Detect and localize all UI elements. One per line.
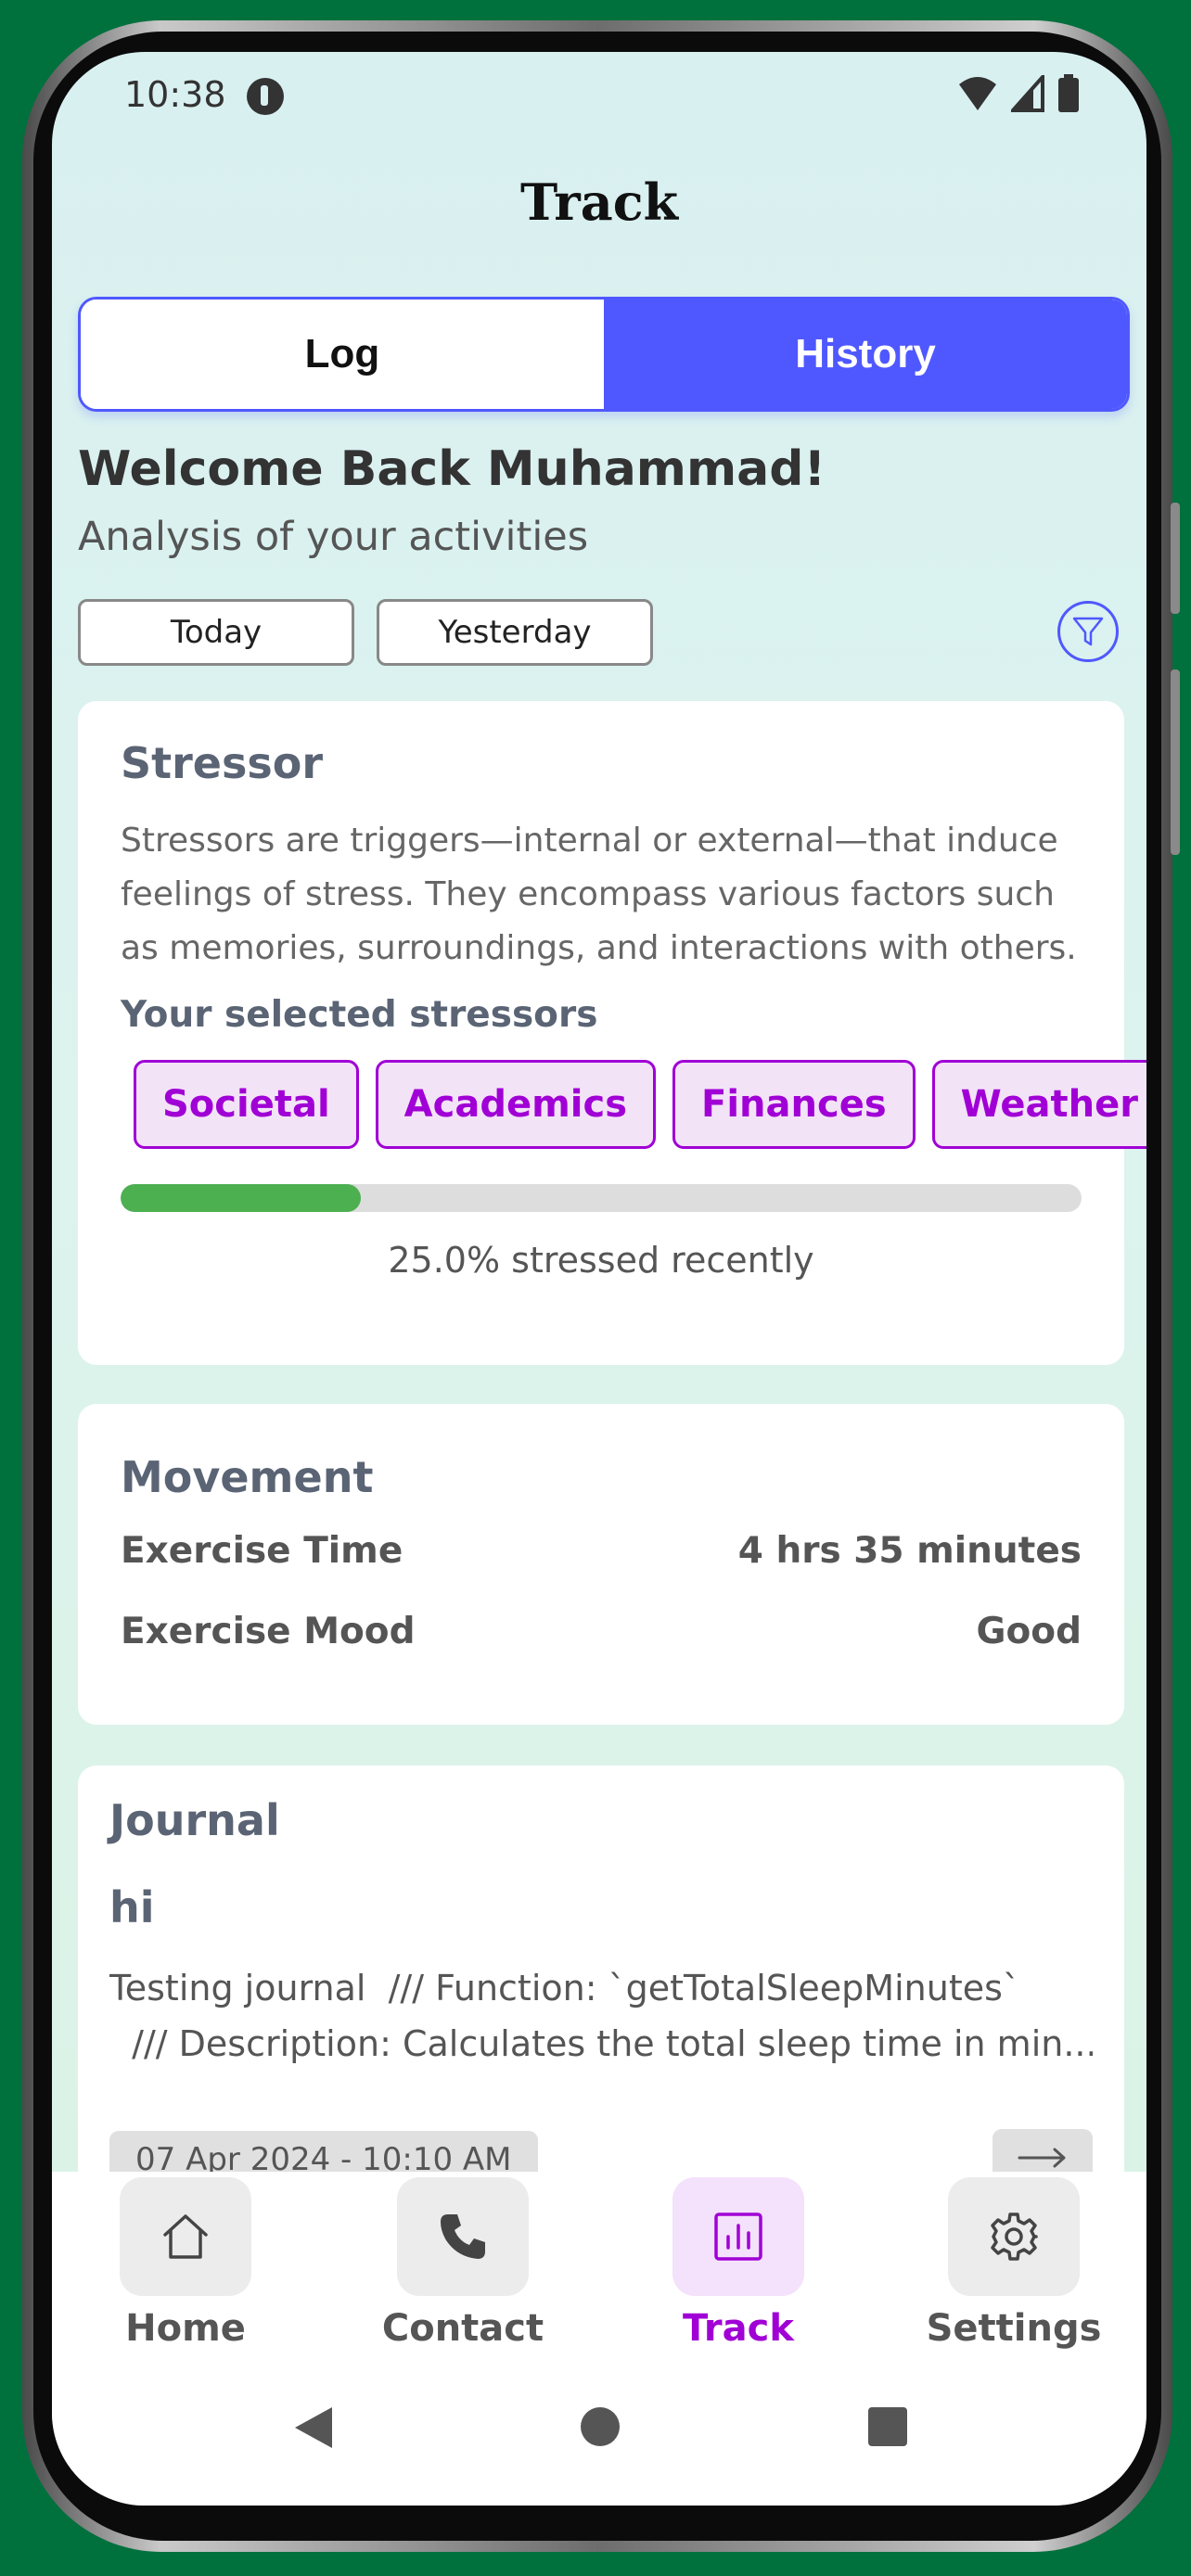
gear-icon	[991, 2213, 1038, 2261]
stressor-card: Stressor Stressors are triggers—internal…	[78, 701, 1146, 1365]
exercise-mood-row: Exercise Mood Good	[121, 1611, 1082, 1652]
nav-settings-icon-wrap	[948, 2177, 1080, 2296]
exercise-time-label: Exercise Time	[121, 1530, 403, 1572]
stressor-chip-weather[interactable]: Weather	[931, 1060, 1146, 1149]
app-notification-icon	[247, 78, 284, 115]
status-time: 10:38	[124, 74, 226, 115]
status-icons	[957, 74, 1080, 113]
status-bar: 10:38	[52, 52, 1146, 145]
volume-button	[1171, 503, 1180, 614]
exercise-time-row: Exercise Time 4 hrs 35 minutes	[121, 1530, 1082, 1572]
home-icon	[163, 2214, 208, 2259]
stress-progress-fill	[121, 1184, 361, 1212]
movement-card: Movement Exercise Time 4 hrs 35 minutes …	[78, 1404, 1124, 1725]
wifi-icon	[959, 77, 996, 110]
tab-history[interactable]: History	[604, 300, 1127, 409]
filter-button[interactable]	[1057, 601, 1119, 662]
power-button	[1171, 670, 1180, 855]
tab-log[interactable]: Log	[81, 300, 604, 409]
chart-icon	[714, 2213, 762, 2261]
filter-icon	[1072, 617, 1104, 646]
yesterday-button[interactable]: Yesterday	[377, 599, 653, 666]
exercise-mood-label: Exercise Mood	[121, 1611, 416, 1652]
nav-home[interactable]: Home	[83, 2177, 288, 2350]
stressor-chip-academics[interactable]: Academics	[375, 1060, 657, 1149]
battery-icon	[1058, 74, 1079, 112]
page-title: Track	[520, 172, 678, 232]
nav-contact-label: Contact	[381, 2307, 544, 2350]
arrow-right-icon	[1018, 2148, 1066, 2168]
nav-track-icon-wrap	[672, 2177, 804, 2296]
stressor-title: Stressor	[121, 738, 324, 788]
nav-home-icon-wrap	[120, 2177, 251, 2296]
segmented-tabs: Log History	[78, 297, 1130, 412]
journal-title: Journal	[109, 1795, 280, 1845]
stressor-chips: Societal Academics Finances Weather	[134, 1060, 1146, 1149]
screen: 10:38 Track Log History Welcome Back Muh…	[52, 52, 1146, 2506]
movement-title: Movement	[121, 1452, 374, 1502]
phone-icon	[441, 2214, 485, 2259]
nav-contact[interactable]: Contact	[361, 2177, 565, 2350]
stressor-chip-societal[interactable]: Societal	[134, 1060, 359, 1149]
journal-card[interactable]: Journal hi Testing journal /// Function:…	[78, 1766, 1124, 2209]
exercise-time-value: 4 hrs 35 minutes	[737, 1530, 1082, 1572]
exercise-mood-value: Good	[976, 1611, 1082, 1652]
system-navigation-bar	[52, 2396, 1146, 2461]
stressor-chip-finances[interactable]: Finances	[672, 1060, 916, 1149]
journal-entry-title: hi	[109, 1882, 155, 1932]
stressor-description: Stressors are triggers—internal or exter…	[121, 822, 1077, 967]
home-circle-icon[interactable]	[579, 2405, 621, 2448]
nav-settings-label: Settings	[926, 2307, 1102, 2350]
stress-progress-text: 25.0% stressed recently	[388, 1240, 814, 1281]
welcome-heading: Welcome Back Muhammad!	[78, 441, 826, 497]
nav-track[interactable]: Track	[636, 2177, 840, 2350]
stress-progress-bar	[121, 1184, 1082, 1212]
nav-home-label: Home	[125, 2307, 246, 2350]
back-icon[interactable]	[291, 2404, 336, 2452]
journal-line-1: Testing journal /// Function: `getTotalS…	[109, 1968, 1020, 2009]
journal-entry-preview: Testing journal /// Function: `getTotalS…	[109, 1960, 1093, 2072]
nav-settings[interactable]: Settings	[912, 2177, 1116, 2350]
welcome-subtitle: Analysis of your activities	[78, 514, 589, 560]
today-button[interactable]: Today	[78, 599, 354, 666]
selected-stressors-heading: Your selected stressors	[121, 994, 598, 1036]
journal-line-2: /// Description: Calculates the total sl…	[109, 2023, 1093, 2064]
nav-track-label: Track	[683, 2307, 794, 2350]
recents-icon[interactable]	[866, 2405, 909, 2448]
nav-contact-icon-wrap	[397, 2177, 529, 2296]
signal-icon	[1011, 75, 1044, 112]
